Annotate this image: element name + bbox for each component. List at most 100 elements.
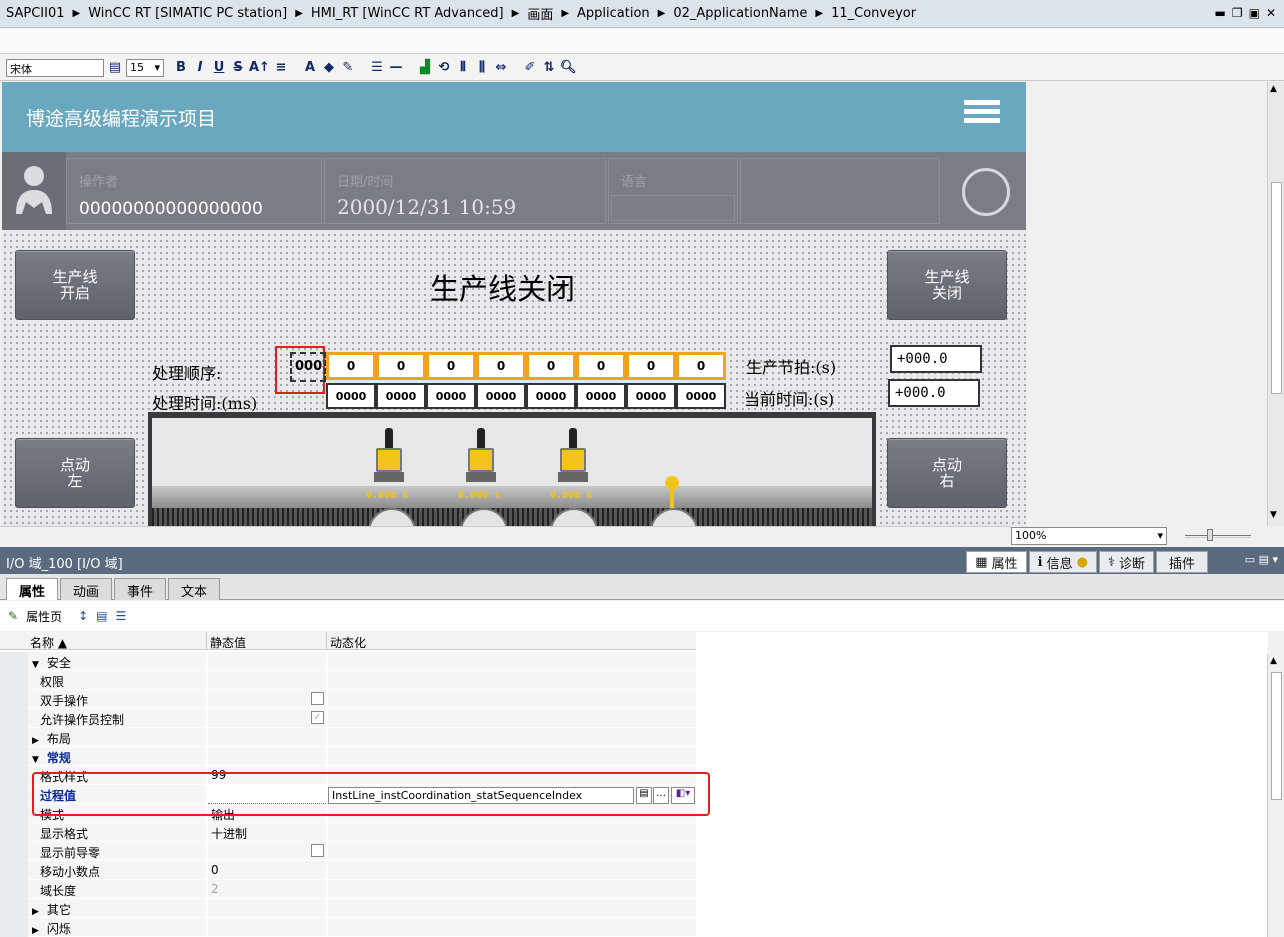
line-color-icon[interactable]: ✎ <box>340 59 356 77</box>
line-style-icon[interactable]: — <box>388 59 404 77</box>
property-row[interactable]: ▶ 布局 <box>0 728 696 747</box>
property-row[interactable]: ▼ 常规 <box>0 747 696 766</box>
same-size-icon[interactable]: ⇔ <box>493 59 509 77</box>
arrange-icon[interactable]: ▟ <box>417 59 433 77</box>
sequence-io-field[interactable]: 0 <box>626 352 676 380</box>
sort-icon[interactable]: ↕ <box>78 609 88 623</box>
jog-right-button[interactable]: 点动 右 <box>887 438 1007 508</box>
property-row[interactable]: 显示前导零 <box>0 842 696 861</box>
zoom-slider-thumb[interactable] <box>1207 529 1213 541</box>
status-circle-icon[interactable] <box>962 168 1010 216</box>
property-row[interactable]: 显示格式 十进制 <box>0 823 696 842</box>
language-select[interactable] <box>611 195 735 221</box>
dynamization-cell[interactable] <box>328 918 696 937</box>
font-size-up-icon[interactable]: A↑ <box>249 59 270 77</box>
dynamization-cell[interactable] <box>328 652 696 671</box>
font-color-icon[interactable]: A <box>302 59 318 77</box>
dynamization-cell[interactable] <box>328 709 696 728</box>
property-checkbox[interactable] <box>311 692 324 705</box>
window-controls[interactable]: ▬ ❐ ▣ ✕ <box>1214 6 1276 20</box>
property-row[interactable]: 移动小数点 0 <box>0 861 696 880</box>
minimize-icon[interactable]: ▬ <box>1214 6 1225 20</box>
bold-button[interactable]: B <box>173 59 189 77</box>
align-objects-icon[interactable]: ⫴ <box>455 59 471 77</box>
expand-icon[interactable]: ▶ <box>32 926 39 936</box>
dynamization-cell[interactable] <box>328 747 696 766</box>
property-value[interactable]: 十进制 <box>211 827 247 841</box>
line-stop-button[interactable]: 生产线 关闭 <box>887 250 1007 320</box>
property-checkbox[interactable] <box>311 844 324 857</box>
scroll-thumb[interactable] <box>1271 182 1282 394</box>
expand-icon[interactable]: ▶ <box>32 736 39 746</box>
column-name[interactable]: 名称 ▲ <box>30 634 67 651</box>
property-row[interactable]: 允许操作员控制 ✓ <box>0 709 696 728</box>
tab-info[interactable]: ℹ 信息 ● <box>1028 551 1097 573</box>
restore-icon[interactable]: ❐ <box>1232 6 1243 20</box>
layers-icon[interactable]: ⇅ <box>541 59 557 77</box>
takt-io-field[interactable]: +000.0 <box>890 345 982 373</box>
tab-diagnostics[interactable]: ⚕ 诊断 <box>1098 551 1154 573</box>
sequence-io-field[interactable]: 0 <box>476 352 526 380</box>
property-value[interactable]: 2 <box>211 882 219 896</box>
italic-button[interactable]: I <box>192 59 208 77</box>
time-io-field[interactable]: 0000 <box>626 383 676 409</box>
format-painter-icon[interactable]: ✐ <box>522 59 538 77</box>
font-name-field[interactable]: 宋体 <box>6 58 104 77</box>
collapse-icon[interactable]: ▼ <box>32 660 39 670</box>
dynamization-cell[interactable] <box>328 899 696 918</box>
property-row[interactable]: ▼ 安全 <box>0 652 696 671</box>
sequence-io-field[interactable]: 0 <box>576 352 626 380</box>
hamburger-menu-icon[interactable] <box>964 100 1000 132</box>
distribute-icon[interactable]: ⫼ <box>474 59 490 77</box>
tab-properties-sub[interactable]: 属性 <box>6 578 59 600</box>
column-static-value[interactable]: 静态值 <box>210 634 246 651</box>
sequence-io-field[interactable]: 0 <box>326 352 376 380</box>
sequence-io-field[interactable]: 0 <box>426 352 476 380</box>
property-value[interactable]: 0 <box>211 863 219 877</box>
breadcrumb-item[interactable]: Application <box>577 6 650 21</box>
scroll-down-icon[interactable]: ▼ <box>1270 510 1277 520</box>
current-time-io-field[interactable]: +000.0 <box>888 379 980 407</box>
sequence-io-field[interactable]: 0 <box>376 352 426 380</box>
breadcrumb-item[interactable]: 画面 <box>527 4 553 23</box>
property-vertical-scrollbar[interactable]: ▲ <box>1267 654 1284 937</box>
fill-color-icon[interactable]: ◆ <box>321 59 337 77</box>
list-icon[interactable]: ☰ <box>115 609 126 623</box>
time-io-field[interactable]: 0000 <box>676 383 726 409</box>
breadcrumb-item[interactable]: SAPCII01 <box>6 6 65 21</box>
dynamization-cell[interactable] <box>328 690 696 709</box>
zoom-icon[interactable]: 🔍︎ <box>560 59 577 77</box>
expand-icon[interactable]: ▶ <box>32 907 39 917</box>
breadcrumb-item[interactable]: HMI_RT [WinCC RT Advanced] <box>311 6 504 21</box>
line-start-button[interactable]: 生产线 开启 <box>15 250 135 320</box>
dynamization-cell[interactable] <box>328 823 696 842</box>
dynamization-cell[interactable] <box>328 671 696 690</box>
property-page-label[interactable]: 属性页 <box>26 608 62 625</box>
time-io-field[interactable]: 0000 <box>576 383 626 409</box>
align-icon[interactable]: ≡ <box>273 59 289 77</box>
canvas-horizontal-scrollbar[interactable] <box>0 526 1011 546</box>
tab-texts[interactable]: 文本 <box>168 578 221 600</box>
font-dialog-icon[interactable]: ▤ <box>107 59 123 77</box>
zoom-slider[interactable] <box>1185 535 1251 538</box>
inspector-window-controls[interactable]: ▭ ▤ ▾ <box>1245 553 1278 566</box>
breadcrumb-item[interactable]: WinCC RT [SIMATIC PC station] <box>88 6 287 21</box>
dynamization-cell[interactable] <box>328 728 696 747</box>
sequence-io-field[interactable]: 0 <box>676 352 726 380</box>
strikethrough-button[interactable]: S <box>230 59 246 77</box>
property-row[interactable]: ▶ 闪烁 <box>0 918 696 937</box>
time-io-field[interactable]: 0000 <box>376 383 426 409</box>
scroll-up-icon[interactable]: ▲ <box>1270 656 1277 666</box>
property-row[interactable]: ▶ 其它 <box>0 899 696 918</box>
scroll-thumb[interactable] <box>1271 672 1282 800</box>
close-icon[interactable]: ✕ <box>1266 6 1276 20</box>
breadcrumb-item[interactable]: 02_ApplicationName <box>673 6 807 21</box>
jog-left-button[interactable]: 点动 左 <box>15 438 135 508</box>
time-io-field[interactable]: 0000 <box>476 383 526 409</box>
zoom-select[interactable]: 100% ▾ <box>1011 527 1167 545</box>
restore-icon[interactable]: ▣ <box>1249 6 1260 20</box>
dynamization-cell[interactable] <box>328 880 696 899</box>
line-weight-icon[interactable]: ☰ <box>369 59 385 77</box>
property-row[interactable]: 双手操作 <box>0 690 696 709</box>
group-icon[interactable]: ▤ <box>96 609 107 623</box>
